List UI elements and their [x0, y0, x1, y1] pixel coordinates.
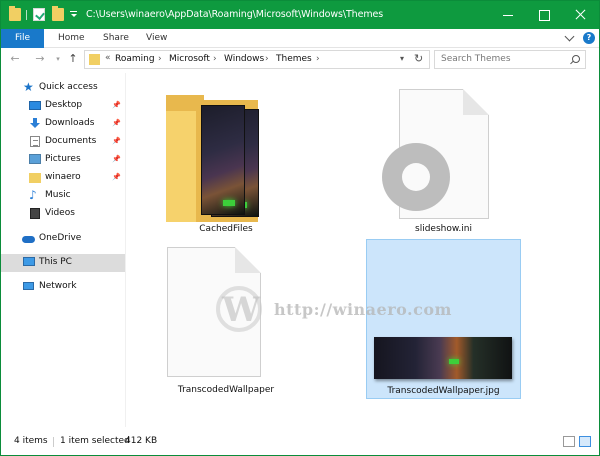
nav-label: Downloads [45, 118, 95, 128]
image-thumbnail [374, 337, 512, 379]
watermark-letter: W [222, 290, 261, 330]
nav-item-documents[interactable]: Documents 📌 [1, 133, 125, 151]
large-icons-view-icon[interactable] [579, 436, 591, 447]
refresh-icon[interactable]: ↻ [414, 52, 423, 65]
window-title: C:\Users\winaero\AppData\Roaming\Microso… [86, 9, 384, 20]
new-folder-icon[interactable] [52, 6, 64, 21]
nav-label: Videos [45, 208, 75, 218]
ribbon: File Home Share View ? [1, 29, 599, 48]
address-row: ← → ▾ ↑ « Roaming › Microsoft › Windows … [1, 48, 599, 72]
chevron-right-icon[interactable]: › [158, 54, 162, 64]
chevron-right-icon[interactable]: › [316, 54, 320, 64]
divider [53, 437, 54, 447]
title-bar: C:\Users\winaero\AppData\Roaming\Microso… [1, 1, 599, 29]
chevron-right-icon[interactable]: › [213, 54, 217, 64]
item-count: 4 items [14, 436, 48, 446]
navigation-pane: ★ Quick access Desktop 📌 Downloads 📌 Doc… [1, 73, 125, 427]
divider [26, 10, 27, 20]
nav-label: Documents [45, 136, 97, 146]
crumb-microsoft[interactable]: Microsoft [169, 54, 210, 64]
nav-label: Pictures [45, 154, 81, 164]
download-arrow-icon [29, 118, 41, 129]
file-list: CachedFiles slideshow.ini TranscodedWall… [126, 73, 599, 427]
folder-icon [29, 173, 41, 183]
explorer-window: C:\Users\winaero\AppData\Roaming\Microso… [0, 0, 600, 456]
properties-icon[interactable] [33, 8, 45, 21]
recent-locations-icon[interactable]: ▾ [52, 53, 64, 65]
up-button[interactable]: ↑ [67, 53, 79, 65]
details-view-icon[interactable] [563, 436, 575, 447]
pin-icon[interactable]: 📌 [112, 155, 121, 163]
chevron-down-icon[interactable] [564, 31, 575, 42]
tab-share[interactable]: Share [103, 29, 129, 48]
nav-label: winaero [45, 172, 81, 182]
file-item-cachedfiles[interactable]: CachedFiles [151, 85, 301, 237]
video-icon [30, 208, 40, 219]
customize-toolbar-icon[interactable] [70, 11, 77, 18]
search-input[interactable]: Search Themes [434, 50, 586, 69]
nav-label: Music [45, 190, 71, 200]
address-dropdown-icon[interactable]: ▾ [400, 54, 404, 63]
nav-item-network[interactable]: Network [1, 278, 125, 296]
network-icon [23, 282, 34, 290]
file-name: TranscodedWallpaper [177, 385, 275, 395]
nav-item-quick-access[interactable]: ★ Quick access [1, 79, 125, 97]
search-placeholder: Search Themes [441, 54, 511, 64]
wallpaper-thumbnail [201, 105, 245, 215]
nav-label: Quick access [39, 82, 98, 92]
folder-icon[interactable] [9, 6, 21, 21]
back-button[interactable]: ← [9, 53, 21, 65]
nav-item-this-pc[interactable]: This PC [1, 254, 125, 272]
document-icon [30, 136, 40, 147]
tab-view[interactable]: View [146, 29, 167, 48]
nav-label: Desktop [45, 100, 83, 110]
folder-icon [89, 54, 100, 65]
watermark-text: http://winaero.com [274, 300, 452, 319]
nav-item-onedrive[interactable]: OneDrive [1, 230, 125, 248]
file-item-slideshow-ini[interactable]: slideshow.ini [366, 85, 521, 237]
search-icon[interactable] [572, 55, 580, 63]
nav-item-pictures[interactable]: Pictures 📌 [1, 151, 125, 169]
help-icon[interactable]: ? [583, 32, 595, 44]
computer-icon [23, 257, 35, 266]
nav-label: Network [39, 281, 77, 291]
selection-size: 412 KB [125, 436, 158, 446]
pin-icon[interactable]: 📌 [112, 101, 121, 109]
desktop-icon [29, 101, 41, 110]
pictures-icon [29, 154, 41, 164]
nav-item-music[interactable]: ♪ Music [1, 187, 125, 205]
minimize-button[interactable] [490, 1, 526, 29]
nav-item-winaero[interactable]: winaero 📌 [1, 169, 125, 187]
pin-icon[interactable]: 📌 [112, 119, 121, 127]
file-name: TranscodedWallpaper.jpg [387, 386, 500, 396]
nav-label: This PC [39, 257, 72, 267]
close-button[interactable] [562, 1, 598, 29]
selection-count: 1 item selected [60, 436, 130, 446]
tab-file[interactable]: File [1, 29, 44, 48]
maximize-button[interactable] [526, 1, 562, 29]
nav-item-downloads[interactable]: Downloads 📌 [1, 115, 125, 133]
star-icon: ★ [23, 80, 34, 94]
music-note-icon: ♪ [29, 188, 37, 202]
chevron-right-icon[interactable]: › [265, 54, 269, 64]
nav-item-desktop[interactable]: Desktop 📌 [1, 97, 125, 115]
status-bar: 4 items 1 item selected 412 KB [1, 428, 599, 455]
address-bar[interactable]: « Roaming › Microsoft › Windows › Themes… [84, 50, 430, 69]
watermark: W http://winaero.com [216, 286, 456, 334]
nav-item-videos[interactable]: Videos [1, 205, 125, 223]
nav-label: OneDrive [39, 233, 82, 243]
file-name: slideshow.ini [415, 224, 472, 234]
pin-icon[interactable]: 📌 [112, 137, 121, 145]
file-name: CachedFiles [199, 224, 253, 234]
tab-home[interactable]: Home [58, 29, 85, 48]
crumb-themes[interactable]: Themes [276, 54, 312, 64]
overflow-crumbs[interactable]: « [105, 53, 111, 63]
crumb-roaming[interactable]: Roaming [115, 54, 155, 64]
crumb-windows[interactable]: Windows [224, 54, 264, 64]
forward-button[interactable]: → [34, 53, 46, 65]
pin-icon[interactable]: 📌 [112, 173, 121, 181]
cloud-icon [22, 236, 35, 243]
